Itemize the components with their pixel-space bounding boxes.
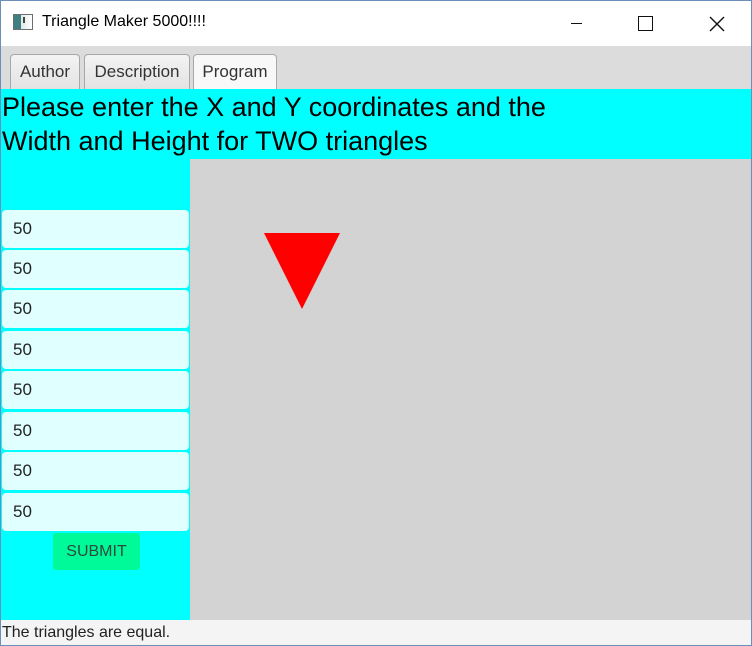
tab-author[interactable]: Author <box>10 54 80 89</box>
title-bar: Triangle Maker 5000!!!! <box>1 1 751 46</box>
app-icon <box>13 14 33 30</box>
minimize-icon <box>570 23 582 24</box>
triangle2-x-input[interactable] <box>2 371 189 409</box>
triangle2-width-input[interactable] <box>2 452 189 490</box>
instructions-line-2: Width and Height for TWO triangles <box>2 126 428 156</box>
submit-button[interactable]: SUBMIT <box>53 533 140 570</box>
tab-program[interactable]: Program <box>193 54 277 89</box>
instructions-line-1: Please enter the X and Y coordinates and… <box>2 92 546 122</box>
drawing-canvas <box>190 159 751 620</box>
triangle1-height-input[interactable] <box>2 331 189 369</box>
triangle2-height-input[interactable] <box>2 493 189 531</box>
triangle1-x-input[interactable] <box>2 210 189 248</box>
input-panel: SUBMIT <box>1 159 190 620</box>
window-title: Triangle Maker 5000!!!! <box>42 13 206 30</box>
red-triangle <box>264 233 340 309</box>
app-window: Triangle Maker 5000!!!! Author Descripti… <box>0 0 752 646</box>
status-text: The triangles are equal. <box>2 624 171 641</box>
instructions-header: Please enter the X and Y coordinates and… <box>1 89 751 159</box>
triangle1-y-input[interactable] <box>2 250 189 288</box>
maximize-icon <box>637 16 653 31</box>
tab-description[interactable]: Description <box>84 54 190 89</box>
triangle1-width-input[interactable] <box>2 290 189 328</box>
tab-bar: Author Description Program <box>1 46 751 89</box>
maximize-button[interactable] <box>622 1 668 46</box>
triangle2-y-input[interactable] <box>2 412 189 450</box>
minimize-button[interactable] <box>553 1 599 46</box>
status-bar: The triangles are equal. <box>1 620 751 645</box>
triangle-drawing <box>264 233 340 309</box>
close-icon <box>709 16 725 31</box>
close-button[interactable] <box>694 1 740 46</box>
